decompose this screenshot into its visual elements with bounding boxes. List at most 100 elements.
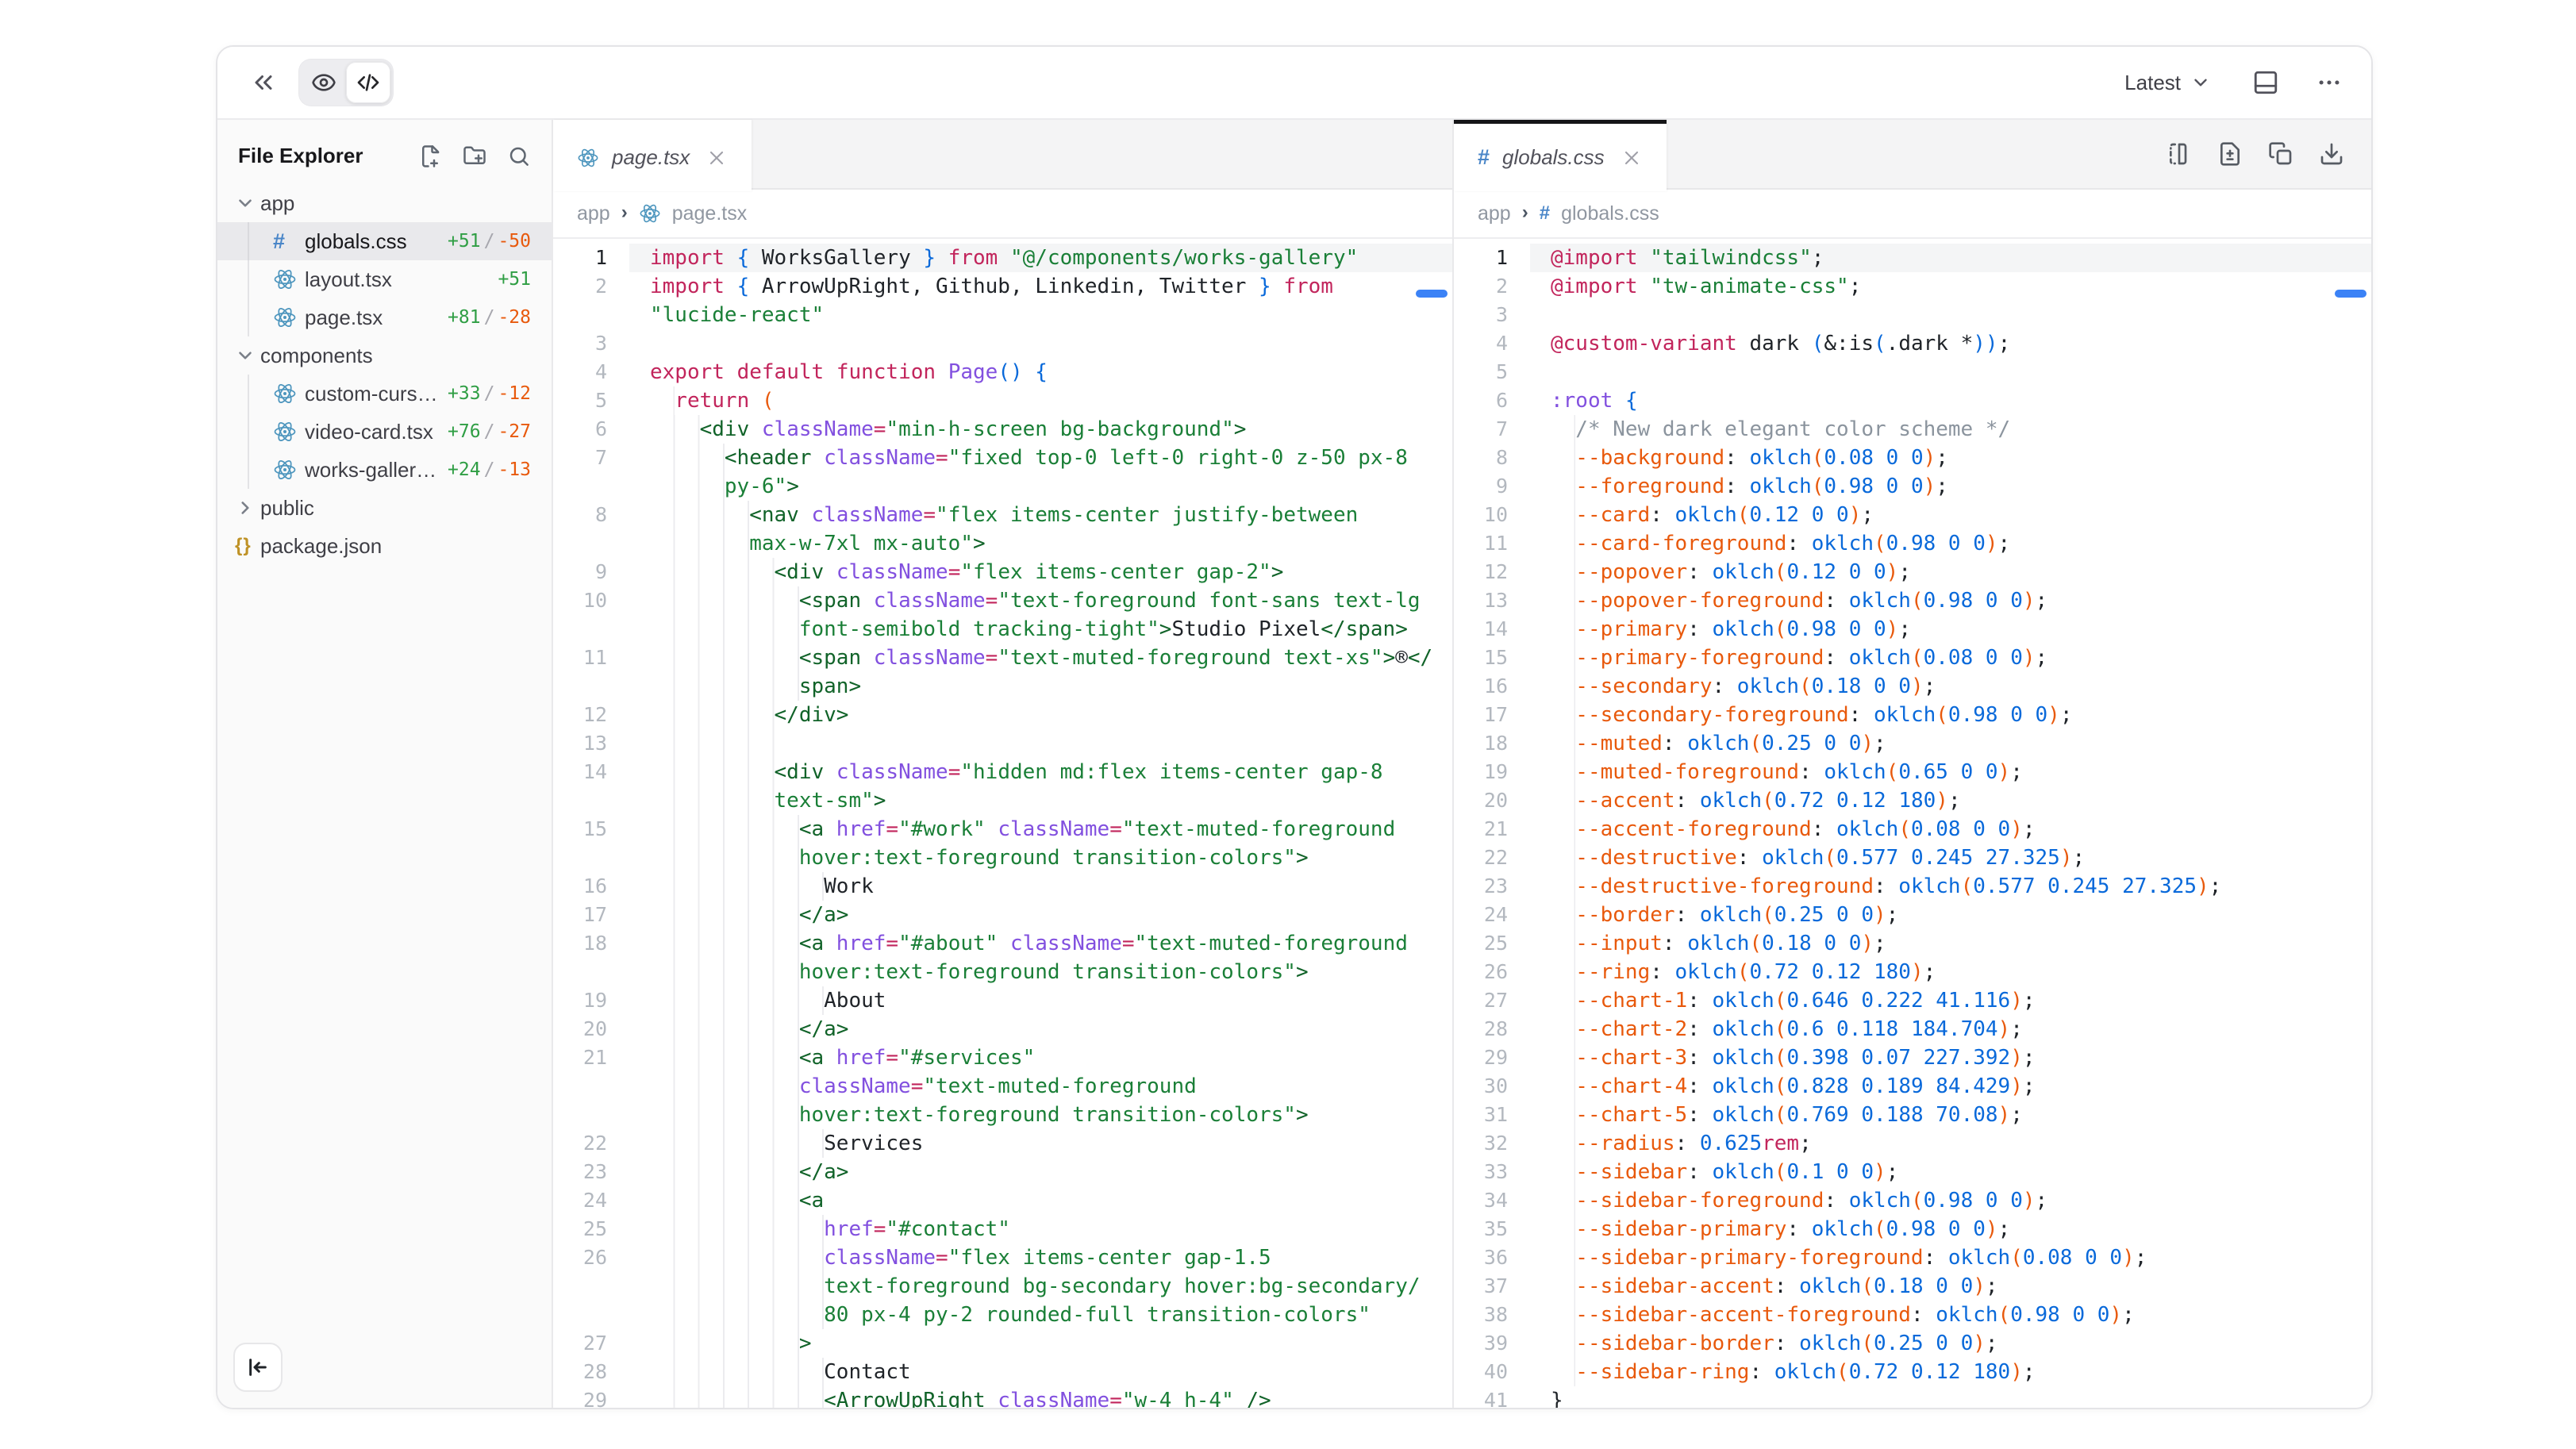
file-diff-icon[interactable] xyxy=(2217,141,2243,167)
code-line-21[interactable]: 21<a href="#services" xyxy=(553,1044,1452,1072)
code-line-13[interactable]: 13--popover-foreground: oklch(0.98 0 0); xyxy=(1454,586,2371,615)
code-line-11[interactable]: 11--card-foreground: oklch(0.98 0 0); xyxy=(1454,529,2371,558)
tree-item-video-card.tsx[interactable]: video-card.tsx+76/-27 xyxy=(217,413,552,451)
code-line-28[interactable]: 28--chart-2: oklch(0.6 0.118 184.704); xyxy=(1454,1015,2371,1044)
close-icon[interactable] xyxy=(706,147,728,169)
search-icon[interactable] xyxy=(507,144,531,168)
code-line-28[interactable]: 28Contact xyxy=(553,1358,1452,1386)
collapse-panel-button[interactable] xyxy=(249,68,278,97)
code-line-30[interactable]: 30--chart-4: oklch(0.828 0.189 84.429); xyxy=(1454,1072,2371,1101)
code-line-12[interactable]: 12</div> xyxy=(553,701,1452,729)
code-line-23[interactable]: 23--destructive-foreground: oklch(0.577 … xyxy=(1454,872,2371,901)
tree-item-components[interactable]: components xyxy=(217,336,552,375)
preview-toggle-button[interactable] xyxy=(302,62,346,103)
code-toggle-button[interactable] xyxy=(346,62,390,103)
code-area-globals-css[interactable]: 1@import "tailwindcss";2@import "tw-anim… xyxy=(1454,239,2371,1409)
code-line-19[interactable]: 19--muted-foreground: oklch(0.65 0 0); xyxy=(1454,758,2371,786)
code-line-37[interactable]: 37--sidebar-accent: oklch(0.18 0 0); xyxy=(1454,1272,2371,1301)
code-line-31[interactable]: 31--chart-5: oklch(0.769 0.188 70.08); xyxy=(1454,1101,2371,1129)
code-line-40[interactable]: 40--sidebar-ring: oklch(0.72 0.12 180); xyxy=(1454,1358,2371,1386)
code-line-25[interactable]: 25--input: oklch(0.18 0 0); xyxy=(1454,929,2371,958)
copy-icon[interactable] xyxy=(2268,141,2293,167)
code-line-35[interactable]: 35--sidebar-primary: oklch(0.98 0 0); xyxy=(1454,1215,2371,1243)
tab-page-tsx[interactable]: page.tsx xyxy=(553,120,752,191)
tree-item-works-galler-[interactable]: works-galler…+24/-13 xyxy=(217,451,552,489)
tree-item-app[interactable]: app xyxy=(217,184,552,222)
code-line-22[interactable]: 22--destructive: oklch(0.577 0.245 27.32… xyxy=(1454,844,2371,872)
panel-bottom-button[interactable] xyxy=(2252,69,2279,96)
new-folder-icon[interactable] xyxy=(463,144,486,168)
more-menu-button[interactable] xyxy=(2316,69,2343,96)
code-line-27[interactable]: 27--chart-1: oklch(0.646 0.222 41.116); xyxy=(1454,986,2371,1015)
code-line-wrap[interactable]: "lucide-react" xyxy=(553,301,1452,329)
code-line-41[interactable]: 41} xyxy=(1454,1386,2371,1409)
code-line-14[interactable]: 14<div className="hidden md:flex items-c… xyxy=(553,758,1452,786)
code-line-19[interactable]: 19About xyxy=(553,986,1452,1015)
code-line-wrap[interactable]: text-foreground bg-secondary hover:bg-se… xyxy=(553,1272,1452,1301)
code-line-8[interactable]: 8<nav className="flex items-center justi… xyxy=(553,501,1452,529)
code-line-7[interactable]: 7/* New dark elegant color scheme */ xyxy=(1454,415,2371,444)
scrollbar-thumb[interactable] xyxy=(1416,290,1448,298)
code-line-7[interactable]: 7<header className="fixed top-0 left-0 r… xyxy=(553,444,1452,472)
tree-item-layout.tsx[interactable]: layout.tsx+51 xyxy=(217,260,552,298)
close-icon[interactable] xyxy=(1621,147,1643,169)
scrollbar-thumb[interactable] xyxy=(2335,290,2366,298)
code-line-14[interactable]: 14--primary: oklch(0.98 0 0); xyxy=(1454,615,2371,644)
code-line-9[interactable]: 9<div className="flex items-center gap-2… xyxy=(553,558,1452,586)
tree-item-package.json[interactable]: {}package.json xyxy=(217,527,552,565)
tree-item-page.tsx[interactable]: page.tsx+81/-28 xyxy=(217,298,552,336)
tree-item-public[interactable]: public xyxy=(217,489,552,527)
code-line-2[interactable]: 2import { ArrowUpRight, Github, Linkedin… xyxy=(553,272,1452,301)
code-line-10[interactable]: 10<span className="text-foreground font-… xyxy=(553,586,1452,615)
code-line-24[interactable]: 24<a xyxy=(553,1186,1452,1215)
code-line-3[interactable]: 3 xyxy=(1454,301,2371,329)
code-area-page-tsx[interactable]: 1import { WorksGallery } from "@/compone… xyxy=(553,239,1452,1409)
code-line-18[interactable]: 18<a href="#about" className="text-muted… xyxy=(553,929,1452,958)
code-line-17[interactable]: 17</a> xyxy=(553,901,1452,929)
code-line-wrap[interactable]: hover:text-foreground transition-colors"… xyxy=(553,958,1452,986)
code-line-4[interactable]: 4@custom-variant dark (&:is(.dark *)); xyxy=(1454,329,2371,358)
code-line-20[interactable]: 20--accent: oklch(0.72 0.12 180); xyxy=(1454,786,2371,815)
code-line-17[interactable]: 17--secondary-foreground: oklch(0.98 0 0… xyxy=(1454,701,2371,729)
code-line-13[interactable]: 13 xyxy=(553,729,1452,758)
code-line-2[interactable]: 2@import "tw-animate-css"; xyxy=(1454,272,2371,301)
collapse-sidebar-button[interactable] xyxy=(233,1343,283,1392)
code-line-wrap[interactable]: hover:text-foreground transition-colors"… xyxy=(553,1101,1452,1129)
code-line-26[interactable]: 26--ring: oklch(0.72 0.12 180); xyxy=(1454,958,2371,986)
code-line-3[interactable]: 3 xyxy=(553,329,1452,358)
code-line-wrap[interactable]: className="text-muted-foreground xyxy=(553,1072,1452,1101)
code-line-6[interactable]: 6:root { xyxy=(1454,386,2371,415)
code-line-wrap[interactable]: font-semibold tracking-tight">Studio Pix… xyxy=(553,615,1452,644)
code-line-wrap[interactable]: hover:text-foreground transition-colors"… xyxy=(553,844,1452,872)
code-line-1[interactable]: 1@import "tailwindcss"; xyxy=(1454,244,2371,272)
tab-globals-css[interactable]: # globals.css xyxy=(1454,120,1667,191)
code-line-39[interactable]: 39--sidebar-border: oklch(0.25 0 0); xyxy=(1454,1329,2371,1358)
code-line-23[interactable]: 23</a> xyxy=(553,1158,1452,1186)
code-line-wrap[interactable]: text-sm"> xyxy=(553,786,1452,815)
code-line-29[interactable]: 29--chart-3: oklch(0.398 0.07 227.392); xyxy=(1454,1044,2371,1072)
code-line-1[interactable]: 1import { WorksGallery } from "@/compone… xyxy=(553,244,1452,272)
code-line-wrap[interactable]: py-6"> xyxy=(553,472,1452,501)
code-line-24[interactable]: 24--border: oklch(0.25 0 0); xyxy=(1454,901,2371,929)
code-line-15[interactable]: 15<a href="#work" className="text-muted-… xyxy=(553,815,1452,844)
code-line-wrap[interactable]: max-w-7xl mx-auto"> xyxy=(553,529,1452,558)
code-line-8[interactable]: 8--background: oklch(0.08 0 0); xyxy=(1454,444,2371,472)
code-line-38[interactable]: 38--sidebar-accent-foreground: oklch(0.9… xyxy=(1454,1301,2371,1329)
code-line-9[interactable]: 9--foreground: oklch(0.98 0 0); xyxy=(1454,472,2371,501)
code-line-5[interactable]: 5 xyxy=(1454,358,2371,386)
tree-item-globals.css[interactable]: #globals.css+51/-50 xyxy=(217,222,552,260)
code-line-6[interactable]: 6<div className="min-h-screen bg-backgro… xyxy=(553,415,1452,444)
code-line-4[interactable]: 4export default function Page() { xyxy=(553,358,1452,386)
code-line-22[interactable]: 22Services xyxy=(553,1129,1452,1158)
code-line-33[interactable]: 33--sidebar: oklch(0.1 0 0); xyxy=(1454,1158,2371,1186)
tree-item-custom-curs-[interactable]: custom-curs…+33/-12 xyxy=(217,375,552,413)
code-line-29[interactable]: 29<ArrowUpRight className="w-4 h-4" /> xyxy=(553,1386,1452,1409)
code-line-34[interactable]: 34--sidebar-foreground: oklch(0.98 0 0); xyxy=(1454,1186,2371,1215)
code-line-16[interactable]: 16--secondary: oklch(0.18 0 0); xyxy=(1454,672,2371,701)
version-dropdown[interactable]: Latest xyxy=(2120,70,2216,96)
panel-dashed-icon[interactable] xyxy=(2167,141,2192,167)
code-line-32[interactable]: 32--radius: 0.625rem; xyxy=(1454,1129,2371,1158)
code-line-wrap[interactable]: span> xyxy=(553,672,1452,701)
code-line-18[interactable]: 18--muted: oklch(0.25 0 0); xyxy=(1454,729,2371,758)
code-line-15[interactable]: 15--primary-foreground: oklch(0.08 0 0); xyxy=(1454,644,2371,672)
